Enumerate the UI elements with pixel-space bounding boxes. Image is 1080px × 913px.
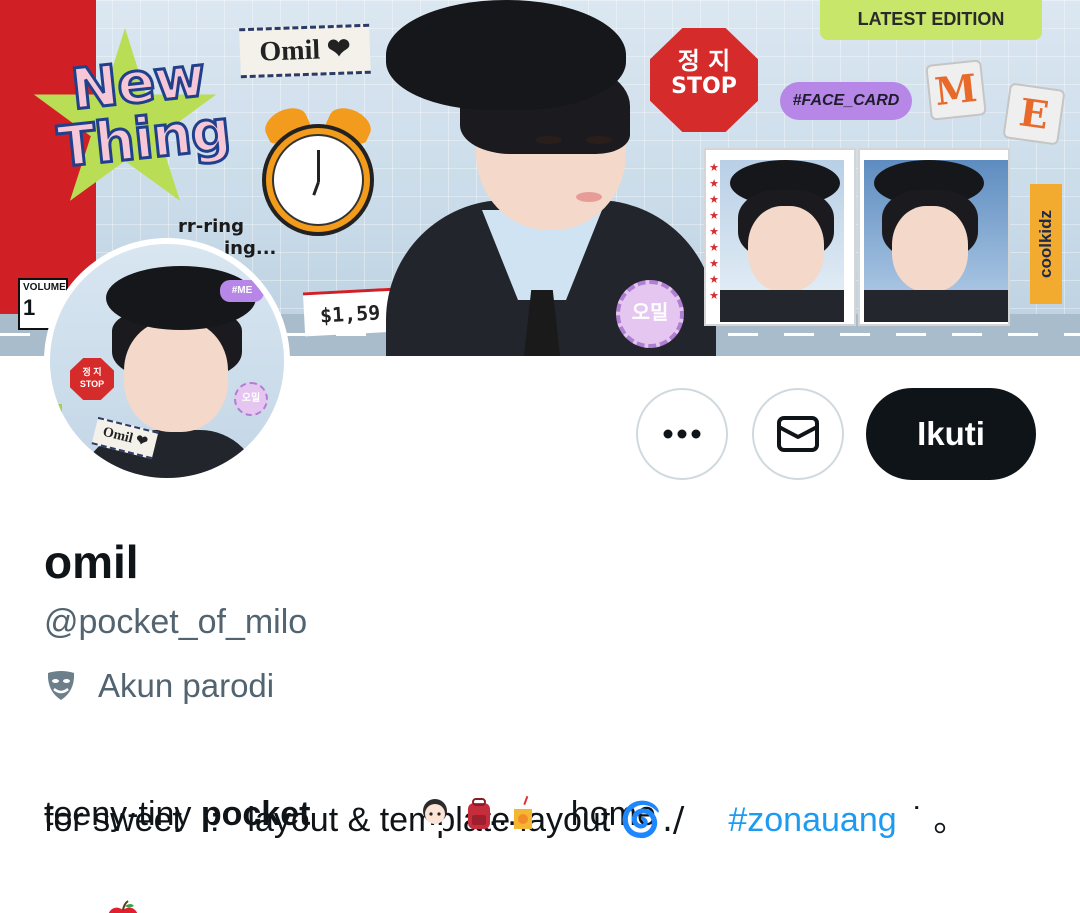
bio-colon: : <box>209 801 220 839</box>
envelope-icon <box>777 416 819 452</box>
latest-edition-label: LATEST EDITION <box>820 0 1042 40</box>
avatar-stop-korean: 정 지 <box>82 367 102 377</box>
letter-tile-e: E <box>1002 82 1066 146</box>
juice-box-emoji-icon <box>448 742 533 829</box>
parody-label: Akun parodi <box>44 664 274 708</box>
polaroid-photo: ★ ★ ★ ★ ★ ★ ★ ★ ★ <box>704 148 856 326</box>
letter-tile-m: M <box>925 59 987 121</box>
stop-sign-sticker: 정 지 STOP <box>650 28 758 132</box>
profile-avatar[interactable]: #ME 정 지 STOP 오밀 Omil ❤ <box>44 238 290 484</box>
volume-label-text: VOLUME <box>23 282 66 293</box>
display-name: omil <box>44 536 139 588</box>
avatar-badge: 오밀 <box>234 382 268 416</box>
user-handle: @pocket_of_milo <box>44 603 308 641</box>
stop-english-text: STOP <box>671 74 737 99</box>
backpack-emoji-icon <box>404 742 491 829</box>
avatar-stop-english: STOP <box>79 379 105 389</box>
polaroid-photo <box>858 148 1010 326</box>
omil-name-tag: Omil ❤ <box>239 23 371 79</box>
bio-line-3 <box>44 846 1044 913</box>
face-card-bubble: #FACE_CARD <box>780 82 912 120</box>
bio-line-2: for sweet: layout & template layout 🌀./#z… <box>44 794 1044 846</box>
me-tag: #ME <box>220 280 264 302</box>
message-button[interactable] <box>752 388 844 480</box>
more-options-button[interactable] <box>636 388 728 480</box>
omil-pin-badge: 오밀 <box>616 280 684 348</box>
spiral-emoji-icon: 🌀./ <box>619 800 685 840</box>
profile-bio: teeny-tiny pocket ... home for sweet: layo… <box>44 742 1044 913</box>
hashtag-link[interactable]: #zonauang <box>728 801 896 839</box>
coolkidz-label: coolkidz <box>1030 184 1062 304</box>
more-dots-icon <box>663 429 701 439</box>
follow-button[interactable]: Ikuti <box>866 388 1036 480</box>
rr-ring-line1: rr-ring <box>178 216 244 237</box>
apple-emoji-icon <box>46 846 137 913</box>
price-tag: $1,59 <box>302 287 398 337</box>
avatar-stop-sign: 정 지 STOP <box>70 358 114 400</box>
parody-text: Akun parodi <box>98 667 275 704</box>
bio-line-1: teeny-tiny pocket ... home <box>44 742 1044 833</box>
bio-decor: ˙ 。 <box>912 801 968 839</box>
new-thing-sticker: New Thing <box>31 43 252 182</box>
alarm-clock-icon <box>260 102 376 250</box>
theater-mask-icon <box>47 671 75 700</box>
bio-text: for sweet <box>44 801 182 839</box>
girl-emoji-icon <box>360 742 448 831</box>
